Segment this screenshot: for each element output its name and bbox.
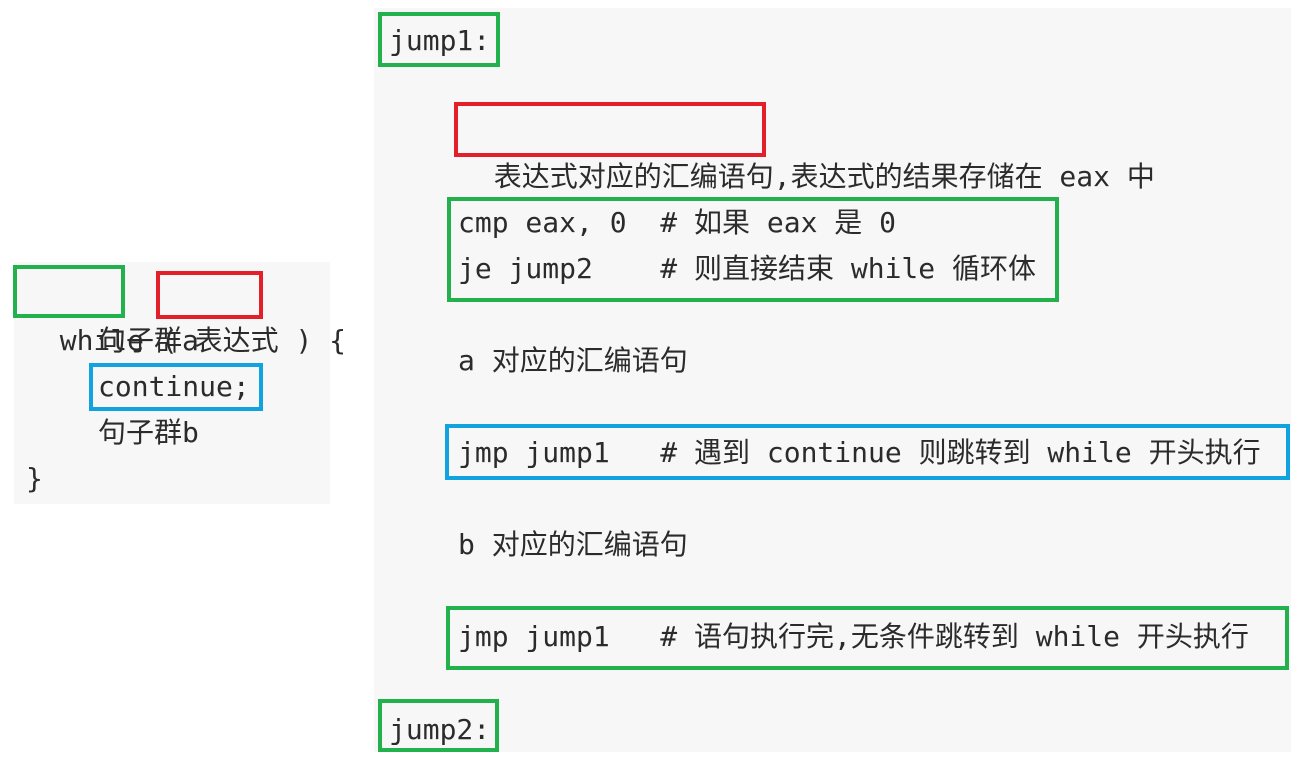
condition-check-highlight xyxy=(447,197,1059,302)
expression-result-note: 表达式的结果存储在 eax 中 xyxy=(790,160,1155,193)
label-jump2-highlight xyxy=(378,699,499,752)
a-asm-line: a 对应的汇编语句 xyxy=(458,344,688,377)
close-paren-brace: ) { xyxy=(295,324,347,357)
continue-jmp-highlight xyxy=(445,424,1290,480)
expression-asm-highlight xyxy=(454,102,766,157)
expression-asm: 表达式对应的汇编语句, xyxy=(493,160,791,193)
statement-group-b: 句子群b xyxy=(98,416,199,449)
condition-expression-highlight xyxy=(156,271,263,319)
while-keyword-highlight xyxy=(13,265,125,318)
closing-brace: } xyxy=(26,462,43,495)
loop-jmp-highlight xyxy=(446,606,1289,670)
condition-expression: 表达式 xyxy=(194,324,279,357)
label-jump1-highlight xyxy=(378,12,500,67)
continue-highlight xyxy=(89,363,263,411)
statement-group-a: 句子群a xyxy=(98,324,199,357)
b-asm-line: b 对应的汇编语句 xyxy=(458,528,688,561)
